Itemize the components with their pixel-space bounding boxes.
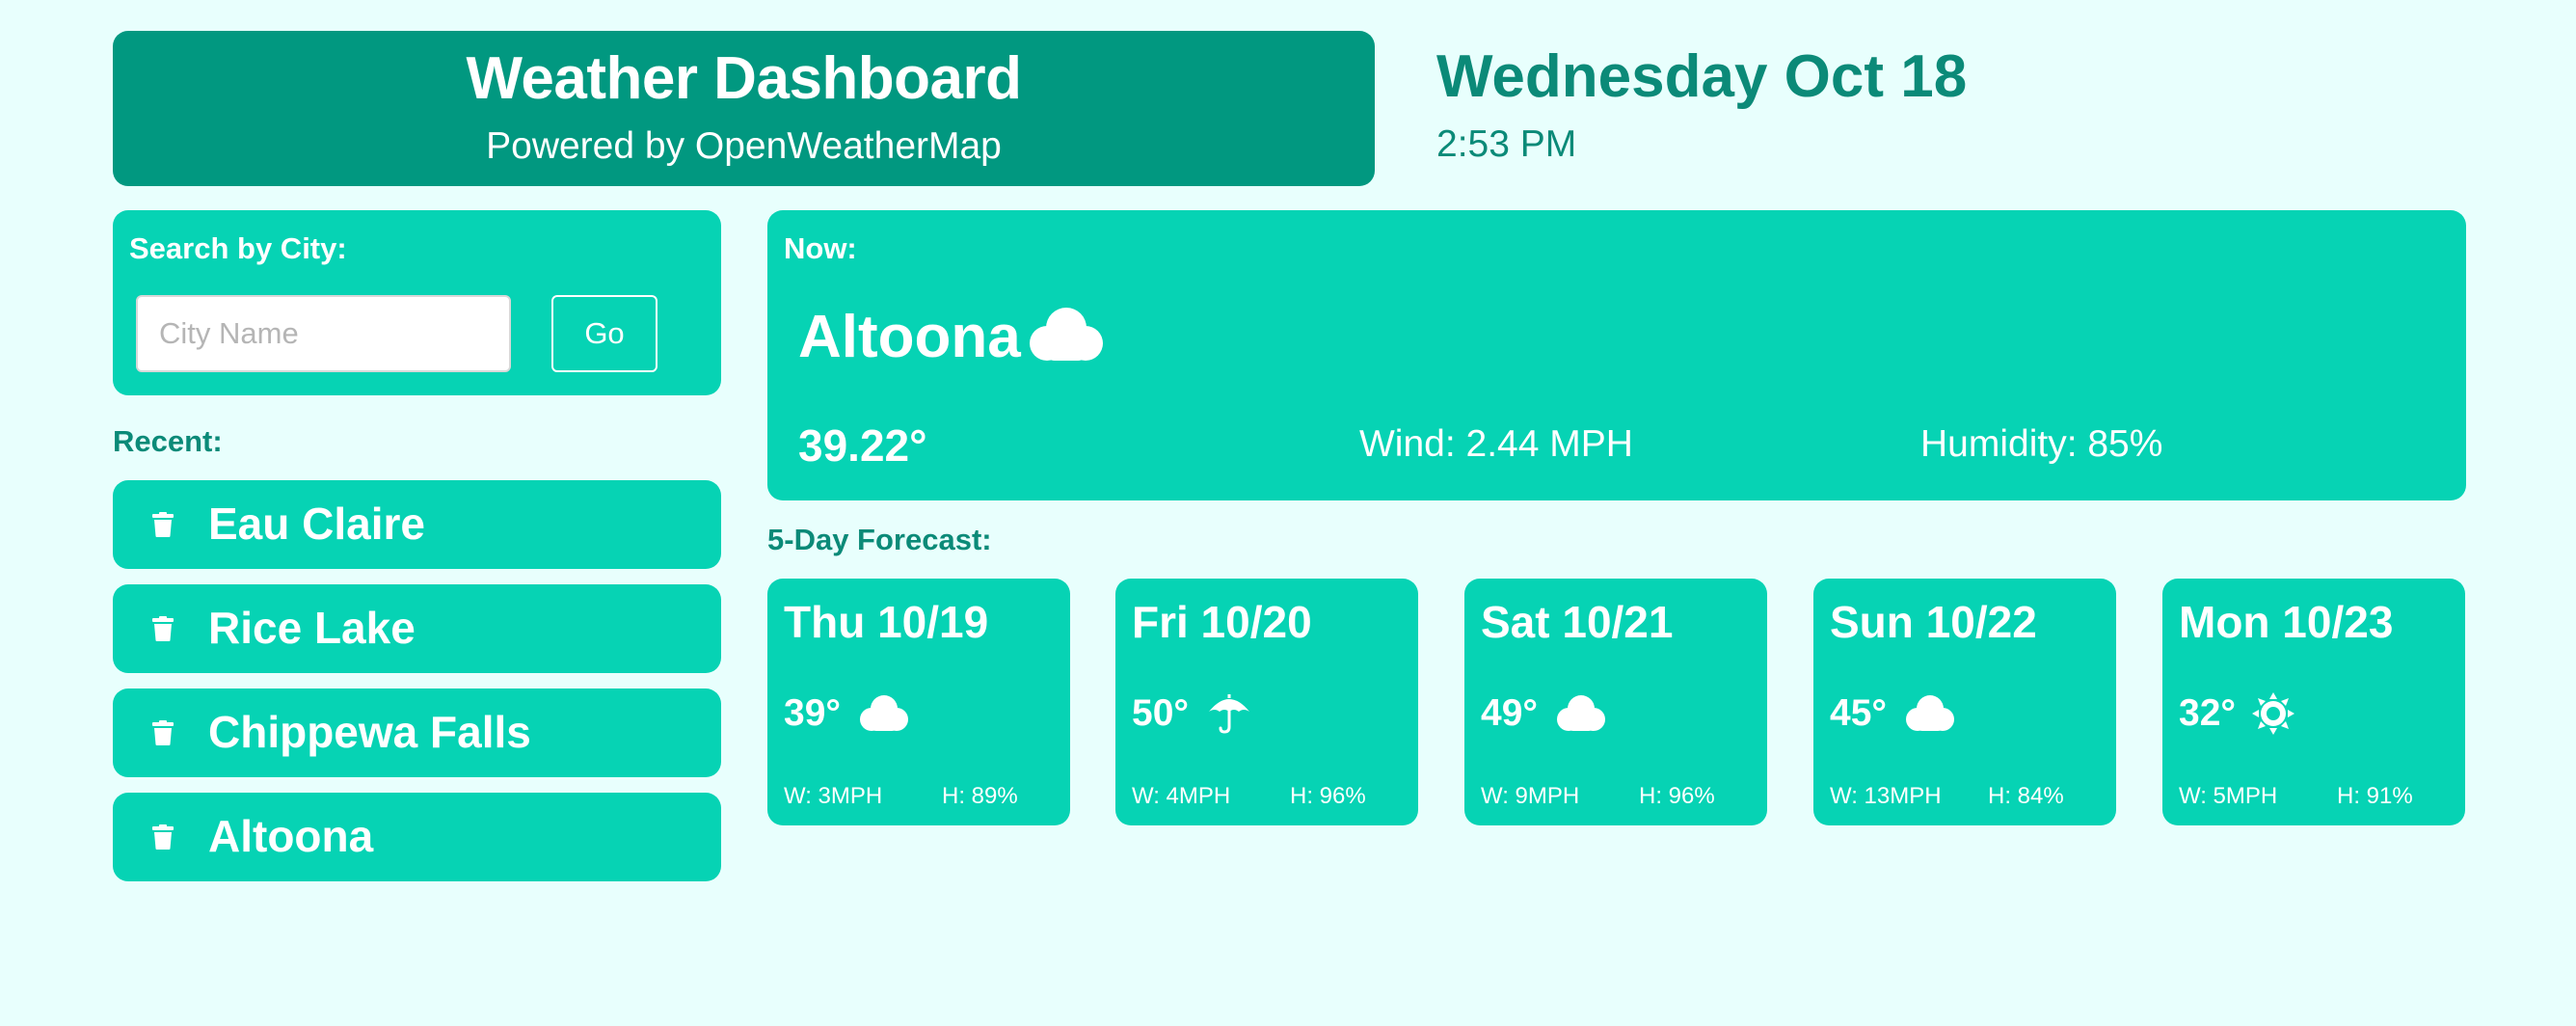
page-subtitle: Powered by OpenWeatherMap <box>486 125 1002 167</box>
forecast-card-sun: Sun 10/22 45° W: 13MPH H: 84% <box>1813 579 2116 825</box>
forecast-label: 5-Day Forecast: <box>767 523 992 556</box>
recent-item-label: Chippewa Falls <box>208 707 531 757</box>
current-city: Altoona <box>798 304 1021 370</box>
forecast-temperature: 32° <box>2179 692 2236 734</box>
forecast-humidity: H: 91% <box>2337 783 2413 809</box>
forecast-temperature: 50° <box>1132 692 1189 734</box>
cloud-icon <box>1557 695 1605 731</box>
page-title: Weather Dashboard <box>466 45 1022 112</box>
forecast-humidity: H: 96% <box>1290 783 1366 809</box>
trash-icon[interactable] <box>152 616 174 641</box>
recent-item-label: Rice Lake <box>208 603 416 653</box>
cloud-icon <box>1030 308 1103 361</box>
forecast-wind: W: 3MPH <box>784 783 883 809</box>
forecast-wind: W: 9MPH <box>1481 783 1580 809</box>
forecast-humidity: H: 96% <box>1639 783 1715 809</box>
current-weather-panel: Now: Altoona 39.22° Wind: 2.44 MPH Humid… <box>767 210 2466 500</box>
search-panel: Search by City: Go <box>113 210 721 395</box>
city-search-input[interactable] <box>136 295 511 372</box>
forecast-date: Sat 10/21 <box>1481 597 1674 647</box>
recent-item-rice-lake[interactable]: Rice Lake <box>113 584 721 673</box>
current-humidity: Humidity: 85% <box>1920 423 2163 465</box>
forecast-wind: W: 5MPH <box>2179 783 2278 809</box>
forecast-card-mon: Mon 10/23 32° W: 5MPH H: 91% <box>2162 579 2465 825</box>
forecast-temperature: 39° <box>784 692 841 734</box>
forecast-card-sat: Sat 10/21 49° W: 9MPH H: 96% <box>1464 579 1767 825</box>
now-label: Now: <box>784 231 857 265</box>
forecast-temperature: 49° <box>1481 692 1538 734</box>
recent-item-eau-claire[interactable]: Eau Claire <box>113 480 721 569</box>
cloud-icon <box>860 695 908 731</box>
forecast-temperature: 45° <box>1830 692 1887 734</box>
forecast-humidity: H: 84% <box>1988 783 2064 809</box>
forecast-date: Mon 10/23 <box>2179 597 2394 647</box>
forecast-date: Thu 10/19 <box>784 597 989 647</box>
trash-icon[interactable] <box>152 824 174 850</box>
forecast-date: Fri 10/20 <box>1132 597 1312 647</box>
search-label: Search by City: <box>129 231 347 265</box>
go-button[interactable]: Go <box>551 295 657 372</box>
current-time: 2:53 PM <box>1436 123 1577 165</box>
trash-icon[interactable] <box>152 512 174 537</box>
recent-item-label: Altoona <box>208 811 374 861</box>
cloud-icon <box>1906 695 1954 731</box>
recent-item-chippewa-falls[interactable]: Chippewa Falls <box>113 688 721 777</box>
forecast-card-fri: Fri 10/20 50° W: 4MPH H: 96% <box>1115 579 1418 825</box>
trash-icon[interactable] <box>152 720 174 745</box>
forecast-card-thu: Thu 10/19 39° W: 3MPH H: 89% <box>767 579 1070 825</box>
recent-item-altoona[interactable]: Altoona <box>113 793 721 881</box>
forecast-wind: W: 4MPH <box>1132 783 1231 809</box>
recent-item-label: Eau Claire <box>208 499 425 549</box>
forecast-date: Sun 10/22 <box>1830 597 2037 647</box>
forecast-humidity: H: 89% <box>942 783 1018 809</box>
current-wind: Wind: 2.44 MPH <box>1359 423 1633 465</box>
current-temperature: 39.22° <box>798 420 927 471</box>
umbrella-icon <box>1209 694 1249 734</box>
current-date: Wednesday Oct 18 <box>1436 43 1968 110</box>
recent-label: Recent: <box>113 424 223 458</box>
forecast-wind: W: 13MPH <box>1830 783 1942 809</box>
header-banner: Weather Dashboard Powered by OpenWeather… <box>113 31 1375 186</box>
sun-icon <box>2252 692 2294 735</box>
